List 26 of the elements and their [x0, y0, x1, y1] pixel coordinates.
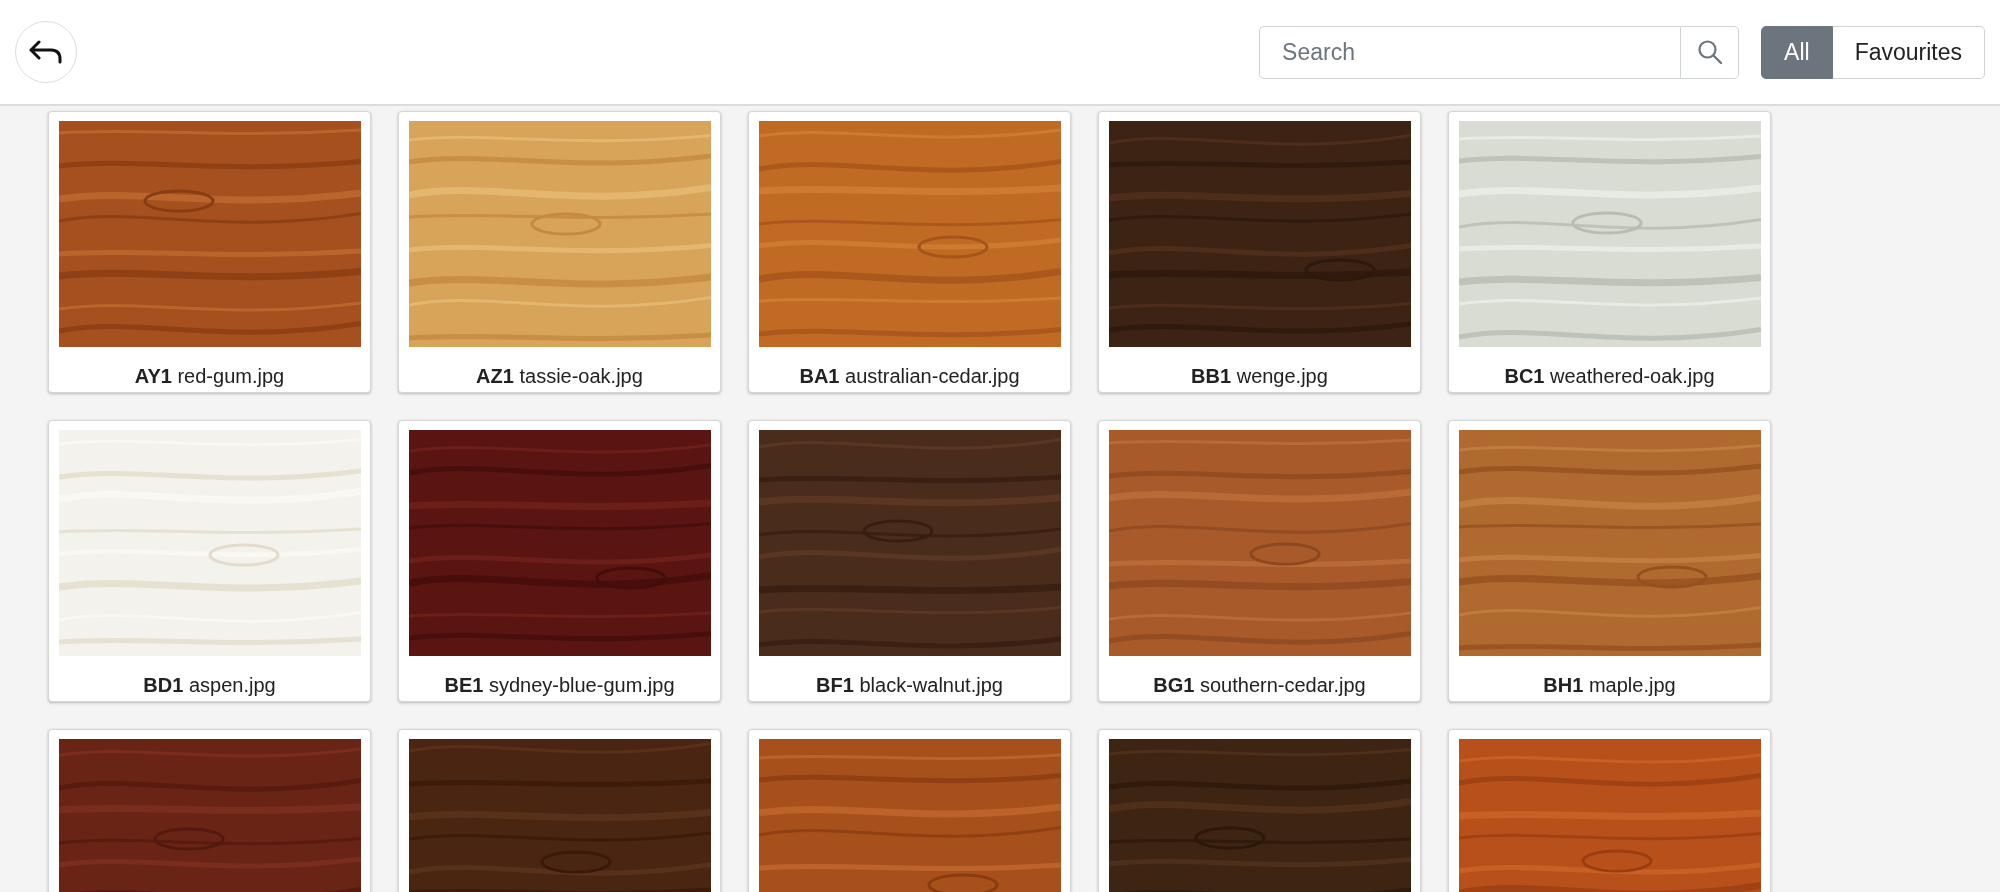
swatch-card[interactable]: BA1 australian-cedar.jpg — [748, 111, 1071, 393]
file-name: BE1 sydney-blue-gum.jpg — [444, 673, 675, 698]
swatch-card[interactable]: BG1 southern-cedar.jpg — [1098, 420, 1421, 702]
swatch-card[interactable]: BC1 weathered-oak.jpg — [1448, 111, 1771, 393]
swatch-card[interactable]: BH1 maple.jpg — [1448, 420, 1771, 702]
file-name: AZ1 tassie-oak.jpg — [476, 364, 643, 389]
file-name: BC1 weathered-oak.jpg — [1504, 364, 1715, 389]
swatch-card[interactable]: BF1 black-walnut.jpg — [748, 420, 1071, 702]
file-name: AY1 red-gum.jpg — [134, 364, 285, 389]
file-name: BF1 black-walnut.jpg — [816, 673, 1003, 698]
file-name: BG1 southern-cedar.jpg — [1153, 673, 1366, 698]
file-name: BD1 aspen.jpg — [143, 673, 276, 698]
filter-button[interactable]: All — [1761, 25, 1833, 79]
file-name: BH1 maple.jpg — [1543, 673, 1676, 698]
file-name: BA1 australian-cedar.jpg — [799, 364, 1020, 389]
search-field[interactable]: Search — [1259, 25, 1682, 79]
file-name: BB1 wenge.jpg — [1191, 364, 1328, 389]
search-button[interactable] — [1681, 25, 1740, 79]
swatch-card[interactable]: BD1 aspen.jpg — [48, 420, 371, 702]
swatch-card[interactable]: BB1 wenge.jpg — [1098, 111, 1421, 393]
swatch-card[interactable]: AZ1 tassie-oak.jpg — [398, 111, 721, 393]
swatch-card[interactable]: BE1 sydney-blue-gum.jpg — [398, 420, 721, 702]
swatch-card[interactable]: AY1 red-gum.jpg — [48, 111, 371, 393]
search-icon — [1696, 39, 1723, 65]
filter-button[interactable]: Favourites — [1832, 25, 1985, 79]
back-arrow-icon — [29, 40, 63, 64]
